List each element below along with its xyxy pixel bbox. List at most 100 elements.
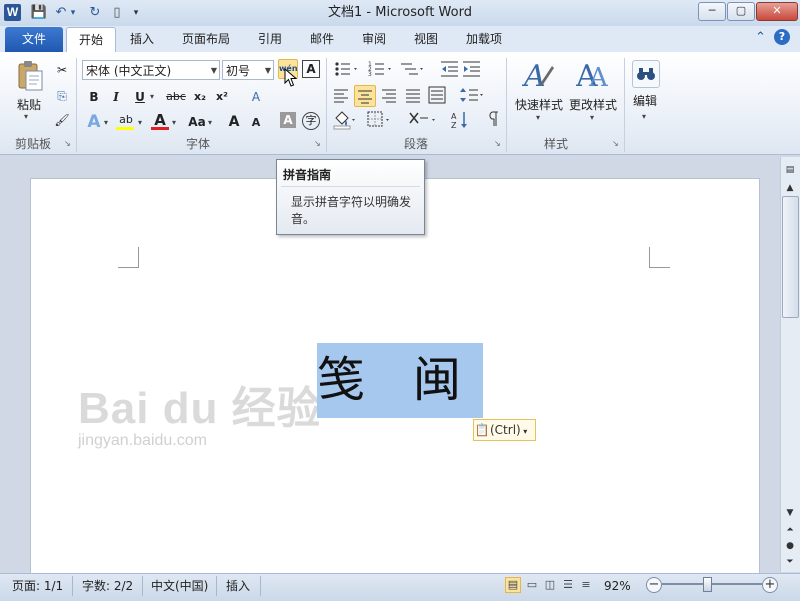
- status-word-count[interactable]: 字数: 2/2: [82, 577, 133, 595]
- maximize-button[interactable]: ▢: [727, 2, 755, 21]
- web-layout-icon[interactable]: ◫: [542, 577, 558, 593]
- tab-references[interactable]: 引用: [246, 27, 294, 51]
- font-name-combo[interactable]: 宋体 (中文正文) ▼: [82, 60, 220, 80]
- full-screen-reading-icon[interactable]: ▭: [524, 577, 540, 593]
- paragraph-launcher-icon[interactable]: ↘: [494, 139, 503, 148]
- line-spacing-icon[interactable]: [460, 86, 486, 107]
- format-painter-icon[interactable]: 🖌: [52, 110, 72, 130]
- text-effects-button[interactable]: A: [84, 112, 104, 132]
- document-text[interactable]: 笺 闽: [317, 343, 483, 418]
- change-styles-icon[interactable]: AA: [575, 58, 610, 95]
- quick-styles-dropdown-icon[interactable]: ▾: [536, 113, 540, 122]
- collapse-ribbon-icon[interactable]: ⌃: [755, 30, 766, 45]
- zoom-level[interactable]: 92%: [604, 577, 631, 595]
- shrink-font-button[interactable]: A: [246, 113, 266, 133]
- tooltip-title: 拼音指南: [283, 168, 332, 182]
- outline-icon[interactable]: ☰: [560, 577, 576, 593]
- chevron-down-icon: ▼: [264, 66, 271, 75]
- clipboard-launcher-icon[interactable]: ↘: [64, 139, 73, 148]
- grow-font-button[interactable]: A: [224, 112, 244, 132]
- chinese-layout-icon[interactable]: [408, 110, 438, 133]
- paragraph-group-label: 段落: [403, 137, 428, 151]
- change-case-button[interactable]: Aa: [186, 112, 208, 132]
- justify-icon[interactable]: [404, 86, 422, 107]
- font-color-dropdown-icon[interactable]: ▾: [172, 118, 176, 127]
- tooltip: 拼音指南 显示拼音字符以明确发音。: [276, 159, 425, 235]
- zoom-slider-thumb[interactable]: [703, 577, 712, 592]
- tab-review[interactable]: 审阅: [350, 27, 398, 51]
- status-page[interactable]: 页面: 1/1: [12, 577, 63, 595]
- cut-icon[interactable]: ✂: [52, 60, 72, 80]
- help-icon[interactable]: ?: [774, 29, 790, 45]
- change-case-dropdown-icon[interactable]: ▾: [208, 118, 212, 127]
- change-styles-button[interactable]: 更改样式: [566, 96, 620, 113]
- paste-dropdown-icon[interactable]: ▾: [24, 112, 28, 121]
- scroll-down-icon[interactable]: ▼: [781, 505, 799, 521]
- font-color-bar: [151, 127, 169, 130]
- select-browse-object-icon[interactable]: ●: [781, 538, 799, 554]
- font-size-combo[interactable]: 初号 ▼: [222, 60, 274, 80]
- find-binoculars-icon[interactable]: [632, 60, 660, 88]
- underline-dropdown-icon[interactable]: ▾: [150, 92, 154, 101]
- clear-formatting-button[interactable]: A: [246, 87, 266, 107]
- editing-button[interactable]: 编辑: [628, 92, 662, 109]
- show-hide-marks-icon[interactable]: [484, 110, 502, 133]
- status-language[interactable]: 中文(中国): [151, 577, 208, 595]
- enclose-characters-button[interactable]: 字: [302, 112, 320, 130]
- paste-button[interactable]: 粘贴: [12, 96, 46, 113]
- subscript-button[interactable]: x₂: [190, 87, 210, 107]
- minimize-button[interactable]: ─: [698, 2, 726, 21]
- bold-button[interactable]: B: [84, 87, 104, 107]
- increase-indent-icon[interactable]: [462, 60, 482, 81]
- quick-styles-icon[interactable]: A: [521, 58, 556, 95]
- zoom-out-button[interactable]: −: [646, 577, 662, 593]
- tab-home[interactable]: 开始: [66, 27, 117, 53]
- status-insert-mode[interactable]: 插入: [226, 577, 250, 595]
- print-layout-icon[interactable]: ▤: [505, 577, 521, 593]
- bullets-icon[interactable]: [334, 60, 360, 81]
- zoom-slider-track[interactable]: [662, 583, 762, 585]
- scrollbar-thumb[interactable]: [782, 196, 799, 318]
- sort-icon[interactable]: AZ: [450, 110, 470, 133]
- draft-icon[interactable]: ≡: [578, 577, 594, 593]
- distributed-icon[interactable]: [428, 86, 446, 107]
- copy-icon[interactable]: ⎘: [52, 86, 72, 106]
- align-center-icon[interactable]: [354, 85, 376, 107]
- svg-text:A: A: [451, 112, 457, 121]
- superscript-button[interactable]: x²: [212, 87, 232, 107]
- previous-page-icon[interactable]: ⏶: [781, 522, 799, 538]
- highlight-dropdown-icon[interactable]: ▾: [138, 118, 142, 127]
- strikethrough-button[interactable]: abc: [164, 87, 188, 107]
- close-button[interactable]: ✕: [756, 2, 798, 21]
- italic-button[interactable]: I: [106, 87, 126, 107]
- tab-view[interactable]: 视图: [402, 27, 450, 51]
- tab-mailings[interactable]: 邮件: [298, 27, 346, 51]
- character-border-button[interactable]: A: [302, 60, 320, 78]
- align-right-icon[interactable]: [380, 86, 398, 107]
- scroll-up-icon[interactable]: ▲: [781, 180, 799, 196]
- shading-icon[interactable]: [332, 110, 358, 133]
- styles-launcher-icon[interactable]: ↘: [612, 139, 621, 148]
- decrease-indent-icon[interactable]: [440, 60, 460, 81]
- change-styles-dropdown-icon[interactable]: ▾: [590, 113, 594, 122]
- tab-page-layout[interactable]: 页面布局: [170, 27, 242, 51]
- next-page-icon[interactable]: ⏷: [781, 554, 799, 570]
- tab-addins[interactable]: 加载项: [454, 27, 514, 51]
- text-effects-dropdown-icon[interactable]: ▾: [104, 118, 108, 127]
- align-left-icon[interactable]: [332, 86, 350, 107]
- tab-insert[interactable]: 插入: [118, 27, 166, 51]
- editing-dropdown-icon[interactable]: ▾: [642, 112, 646, 121]
- ruler-toggle-icon[interactable]: ▤: [781, 162, 799, 178]
- group-separator: [624, 58, 625, 152]
- numbering-icon[interactable]: 123: [368, 60, 394, 81]
- character-shading-button[interactable]: A: [280, 112, 296, 128]
- zoom-in-button[interactable]: +: [762, 577, 778, 593]
- quick-styles-button[interactable]: 快速样式: [512, 96, 566, 113]
- paste-options-button[interactable]: 📋(Ctrl) ▾: [473, 419, 536, 441]
- multilevel-list-icon[interactable]: [400, 60, 426, 81]
- paste-icon[interactable]: [16, 60, 44, 92]
- tab-file[interactable]: 文件: [5, 27, 63, 52]
- underline-button[interactable]: U: [130, 87, 150, 107]
- borders-icon[interactable]: [366, 110, 392, 133]
- font-launcher-icon[interactable]: ↘: [314, 139, 323, 148]
